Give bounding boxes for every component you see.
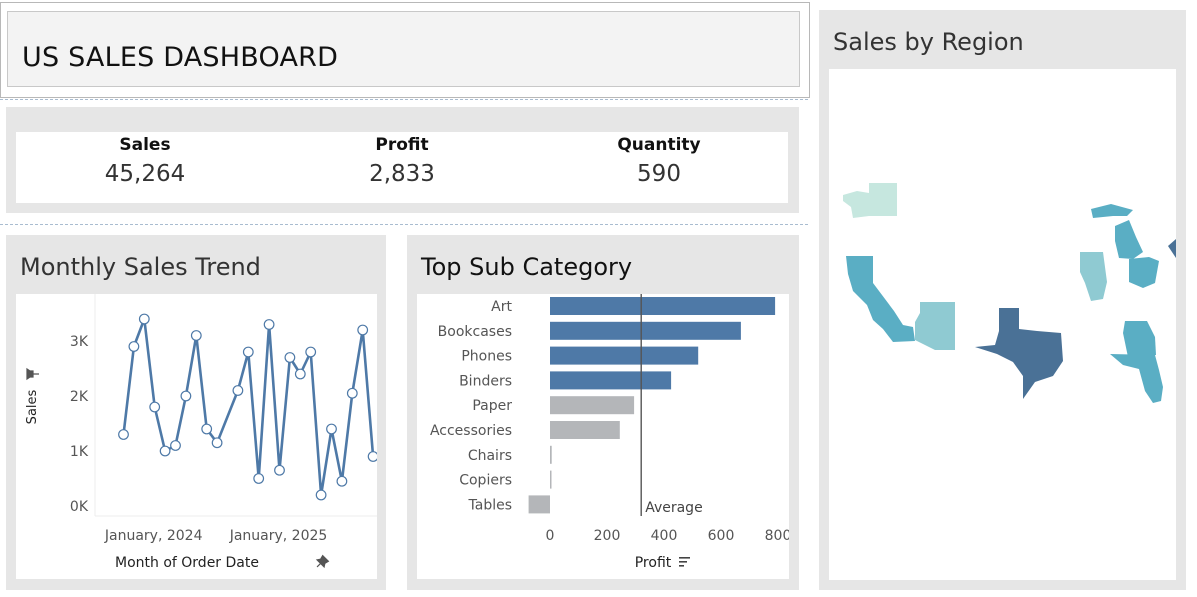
data-point[interactable] <box>367 451 377 462</box>
state-partial-east <box>1168 239 1176 258</box>
data-point[interactable] <box>326 423 337 435</box>
line-chart-area: 0K 1K 2K 3K January, 2024 January, 2025 Sale… <box>16 294 377 579</box>
kpi-panel: Sales 45,264 Profit 2,833 Quantity 590 <box>6 107 799 213</box>
data-point[interactable] <box>232 385 244 396</box>
kpi-value: 45,264 <box>104 161 186 187</box>
category-label: Chairs <box>468 448 512 464</box>
data-point[interactable] <box>138 313 150 325</box>
bar-chart[interactable]: Art Bookcases Phones Binders Paper Accessorie… <box>417 294 789 579</box>
line-chart[interactable]: 0K 1K 2K 3K January, 2024 January, 2025 Sale… <box>16 294 377 579</box>
sort-icon[interactable] <box>679 557 690 567</box>
y-tick-label: 2K <box>70 389 89 405</box>
bar[interactable] <box>550 321 741 340</box>
map-area <box>829 69 1176 580</box>
data-point[interactable] <box>284 352 296 363</box>
category-label: Paper <box>472 398 512 414</box>
category-label: Binders <box>459 373 512 389</box>
data-point[interactable] <box>346 387 358 399</box>
kpi-value: 2,833 <box>369 161 435 187</box>
category-label: Accessories <box>430 423 512 439</box>
data-point[interactable] <box>305 346 317 358</box>
state-ohio <box>1129 257 1159 288</box>
divider <box>0 224 808 225</box>
state-texas <box>975 308 1063 399</box>
state-illinois <box>1080 252 1107 301</box>
data-point[interactable] <box>263 319 275 330</box>
y-tick-label: 3K <box>70 334 89 350</box>
data-point[interactable] <box>190 330 202 341</box>
kpi-value: 590 <box>637 161 681 187</box>
kpi-label: Sales <box>119 135 171 155</box>
bar[interactable] <box>550 297 776 315</box>
panel-title: Monthly Sales Trend <box>20 253 261 281</box>
state-michigan <box>1091 204 1143 259</box>
bar[interactable] <box>550 346 699 365</box>
x-tick-label: January, 2025 <box>229 528 328 544</box>
y-axis-label: Sales <box>25 389 40 424</box>
bar[interactable] <box>550 421 620 439</box>
bar[interactable] <box>550 371 672 390</box>
bar-chart-area: Art Bookcases Phones Binders Paper Accessorie… <box>417 294 789 579</box>
monthly-sales-trend-panel: Monthly Sales Trend 0K 1K 2K 3K January, 20… <box>6 235 386 590</box>
data-point[interactable] <box>128 341 140 352</box>
data-point[interactable] <box>357 324 369 336</box>
pin-icon[interactable] <box>314 554 330 571</box>
sales-by-region-panel: Sales by Region <box>819 10 1186 590</box>
kpi-label: Quantity <box>617 135 701 155</box>
y-tick-label: 1K <box>70 444 89 460</box>
data-point[interactable] <box>149 401 161 413</box>
data-point[interactable] <box>242 346 254 358</box>
category-label: Tables <box>468 497 513 513</box>
bar[interactable] <box>550 470 552 489</box>
state-arizona <box>915 302 955 350</box>
data-point[interactable] <box>336 475 348 487</box>
data-point[interactable] <box>253 473 265 484</box>
kpi-label: Profit <box>375 135 429 155</box>
divider <box>0 99 808 100</box>
category-label: Copiers <box>459 473 512 489</box>
dashboard-title-box: US SALES DASHBOARD <box>7 11 800 87</box>
y-tick-label: 0K <box>70 499 89 515</box>
category-label: Bookcases <box>438 324 512 340</box>
data-point[interactable] <box>211 437 223 449</box>
data-point[interactable] <box>315 489 327 501</box>
data-point[interactable] <box>180 390 192 402</box>
bar[interactable] <box>550 396 635 415</box>
data-point[interactable] <box>170 440 181 451</box>
panel-title: Top Sub Category <box>421 253 633 281</box>
x-tick-label: 800 <box>765 528 789 544</box>
x-tick-label: 600 <box>708 528 735 544</box>
dashboard-title: US SALES DASHBOARD <box>22 42 339 73</box>
x-tick-label: 400 <box>651 528 678 544</box>
x-axis-label: Profit <box>635 555 672 571</box>
kpi-card: Sales 45,264 Profit 2,833 Quantity 590 <box>16 132 788 203</box>
sales-line <box>122 317 375 497</box>
kpi-sales[interactable]: Sales 45,264 <box>25 132 265 187</box>
bar[interactable] <box>528 495 550 514</box>
x-axis-label: Month of Order Date <box>115 555 259 571</box>
data-point[interactable] <box>159 445 171 457</box>
bar[interactable] <box>550 445 552 464</box>
dashboard-title-container: US SALES DASHBOARD <box>0 2 810 98</box>
data-point[interactable] <box>118 429 129 440</box>
x-tick-label: 200 <box>594 528 621 544</box>
x-tick-label: 0 <box>546 528 555 544</box>
category-label: Art <box>491 299 512 315</box>
state-washington <box>843 183 897 218</box>
data-point[interactable] <box>201 423 213 435</box>
us-map[interactable] <box>829 69 1176 580</box>
top-sub-category-panel: Top Sub Category Art Bookcases Phones Binde… <box>407 235 799 590</box>
state-georgia <box>1123 321 1156 357</box>
average-label: Average <box>645 500 703 516</box>
data-point[interactable] <box>274 464 285 476</box>
category-label: Phones <box>461 349 512 365</box>
data-point[interactable] <box>294 368 306 380</box>
kpi-profit[interactable]: Profit 2,833 <box>282 132 522 187</box>
kpi-quantity[interactable]: Quantity 590 <box>539 132 779 187</box>
state-florida <box>1110 354 1163 403</box>
x-tick-label: January, 2024 <box>104 528 203 544</box>
pin-icon[interactable] <box>26 367 39 381</box>
state-california <box>846 256 915 342</box>
panel-title: Sales by Region <box>833 28 1024 56</box>
